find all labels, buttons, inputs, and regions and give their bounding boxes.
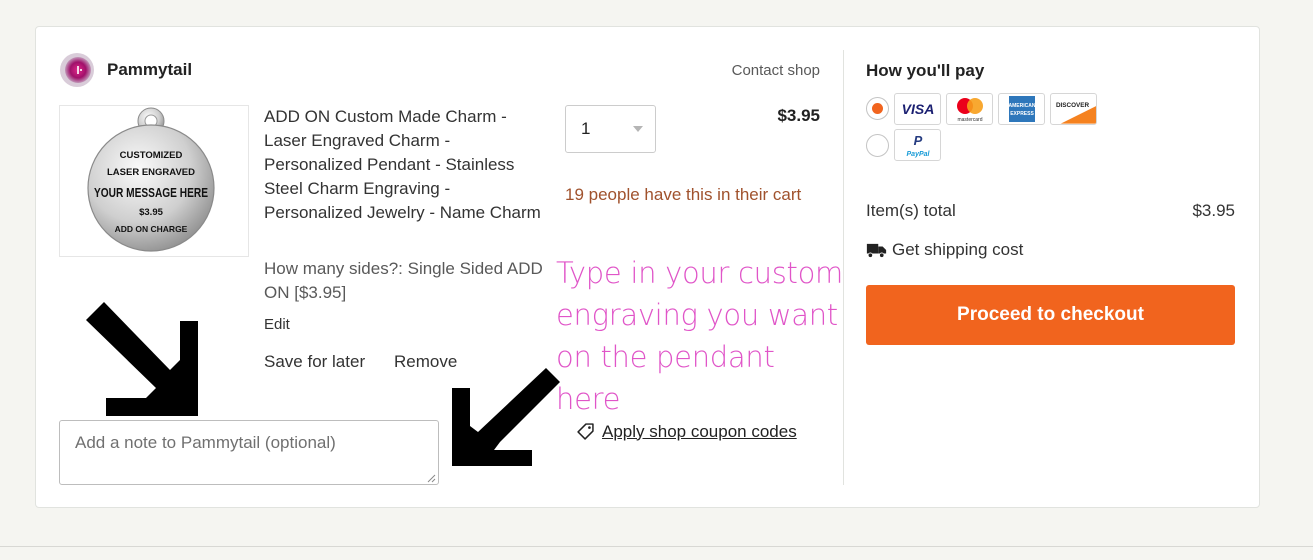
items-total-value: $3.95 [1192,201,1235,220]
edit-variation-link[interactable]: Edit [264,316,290,333]
get-shipping-cost-link[interactable]: Get shipping cost [866,240,1023,260]
svg-text:EXPRESS: EXPRESS [1010,111,1034,117]
note-to-seller-input[interactable] [59,420,439,485]
product-variation: How many sides?: Single Sided ADD ON [$3… [264,259,543,302]
svg-text:PayPal: PayPal [906,151,930,158]
charm-line-1: CUSTOMIZED [120,150,183,161]
tag-icon [577,423,594,440]
item-price: $3.95 [777,106,820,125]
get-shipping-cost-label: Get shipping cost [892,240,1024,259]
payment-radio-card[interactable] [866,97,889,120]
apply-coupon-label: Apply shop coupon codes [602,421,797,441]
charm-line-3: YOUR MESSAGE HERE [94,185,208,200]
charm-line-5: ADD ON CHARGE [115,224,188,234]
charm-line-4: $3.95 [139,207,163,218]
page-bottom-divider [0,546,1313,547]
svg-text:mastercard: mastercard [957,117,982,123]
engraving-annotation: Type in your custom engraving you want o… [556,256,844,416]
payment-radio-paypal[interactable] [866,134,889,157]
product-title-link[interactable]: ADD ON Custom Made Charm - Laser Engrave… [264,105,544,225]
cart-demand-notice: 19 people have this in their cart [565,185,802,204]
svg-text:P: P [913,133,922,148]
shop-name[interactable]: Pammytail [107,60,192,80]
arrow-down-right-icon [86,302,198,416]
save-for-later-button[interactable]: Save for later [264,352,365,372]
items-total-label: Item(s) total [866,201,956,220]
truck-icon [866,243,887,258]
visa-icon: VISA [894,93,941,125]
contact-shop-link[interactable]: Contact shop [732,62,820,79]
quantity-select[interactable]: 1 [565,105,656,153]
paypal-icon: P PayPal [894,129,941,161]
arrow-down-left-icon [452,368,560,466]
resize-handle-icon[interactable] [427,474,436,483]
product-image[interactable]: CUSTOMIZED LASER ENGRAVED YOUR MESSAGE H… [59,105,249,257]
svg-text:VISA: VISA [901,101,934,117]
engraved-charm-image: CUSTOMIZED LASER ENGRAVED YOUR MESSAGE H… [87,107,215,252]
proceed-to-checkout-button[interactable]: Proceed to checkout [866,285,1235,345]
summary-divider [843,50,844,485]
apply-coupon-link[interactable]: Apply shop coupon codes [575,421,797,442]
quantity-value: 1 [581,119,591,138]
svg-text:AMERICAN: AMERICAN [1009,103,1035,109]
amex-icon: AMERICAN EXPRESS [998,93,1045,125]
mastercard-icon: mastercard [946,93,993,125]
discover-icon: DISCOVER [1050,93,1097,125]
shop-avatar[interactable] [58,52,96,88]
charm-line-2: LASER ENGRAVED [107,167,195,178]
payment-heading: How you'll pay [866,61,985,80]
svg-text:DISCOVER: DISCOVER [1056,102,1090,109]
chevron-down-icon [633,126,643,132]
